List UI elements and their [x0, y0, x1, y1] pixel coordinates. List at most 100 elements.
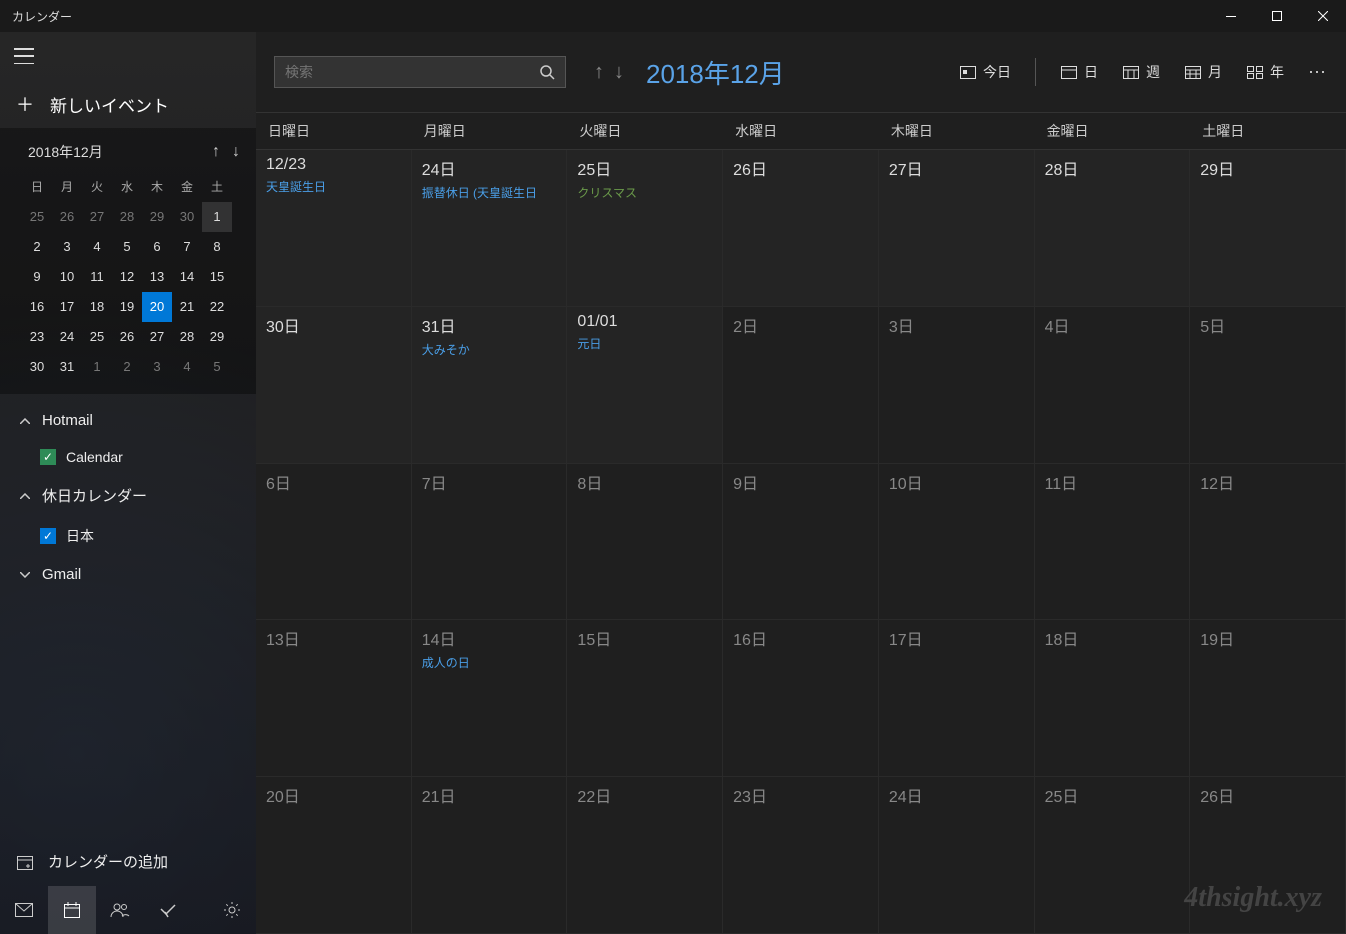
day-cell[interactable]: 16日 [723, 620, 879, 777]
mini-day-cell[interactable]: 20 [142, 292, 172, 322]
mini-day-cell[interactable]: 19 [112, 292, 142, 322]
day-cell[interactable]: 5日 [1190, 307, 1346, 464]
week-view-button[interactable]: 週 [1122, 62, 1160, 82]
calendar-event[interactable]: 大みそか [422, 341, 557, 358]
mini-day-cell[interactable]: 27 [142, 322, 172, 352]
mini-day-cell[interactable]: 31 [52, 352, 82, 382]
account-group-header[interactable]: Hotmail [16, 402, 240, 439]
mini-day-cell[interactable]: 25 [22, 202, 52, 232]
mini-day-cell[interactable]: 21 [172, 292, 202, 322]
mini-day-cell[interactable]: 17 [52, 292, 82, 322]
day-cell[interactable]: 27日 [879, 150, 1035, 307]
mini-day-cell[interactable]: 9 [22, 262, 52, 292]
calendar-button[interactable] [48, 886, 96, 934]
new-event-button[interactable]: ＋ 新しいイベント [0, 80, 256, 128]
day-cell[interactable]: 01/01元日 [567, 307, 723, 464]
mini-day-cell[interactable]: 8 [202, 232, 232, 262]
day-view-button[interactable]: 日 [1060, 62, 1098, 82]
day-cell[interactable]: 28日 [1035, 150, 1191, 307]
day-cell[interactable]: 14日成人の日 [412, 620, 568, 777]
mail-button[interactable] [0, 886, 48, 934]
day-cell[interactable]: 4日 [1035, 307, 1191, 464]
day-cell[interactable]: 3日 [879, 307, 1035, 464]
mini-day-cell[interactable]: 28 [172, 322, 202, 352]
settings-button[interactable] [208, 886, 256, 934]
search-icon[interactable] [539, 64, 555, 80]
mini-day-cell[interactable]: 5 [202, 352, 232, 382]
year-view-button[interactable]: 年 [1246, 62, 1284, 82]
minimize-button[interactable] [1208, 0, 1254, 32]
prev-period-button[interactable]: ↑ [594, 61, 604, 84]
mini-day-cell[interactable]: 23 [22, 322, 52, 352]
day-cell[interactable]: 2日 [723, 307, 879, 464]
day-cell[interactable]: 31日大みそか [412, 307, 568, 464]
calendar-event[interactable]: 成人の日 [422, 654, 557, 671]
mini-day-cell[interactable]: 15 [202, 262, 232, 292]
day-cell[interactable]: 7日 [412, 464, 568, 621]
day-cell[interactable]: 9日 [723, 464, 879, 621]
next-period-button[interactable]: ↓ [614, 61, 624, 84]
mini-day-cell[interactable]: 29 [202, 322, 232, 352]
mini-day-cell[interactable]: 2 [112, 352, 142, 382]
month-view-button[interactable]: 月 [1184, 62, 1222, 82]
day-cell[interactable]: 30日 [256, 307, 412, 464]
add-calendars-button[interactable]: カレンダーの追加 [0, 837, 256, 886]
mini-day-cell[interactable]: 13 [142, 262, 172, 292]
mini-day-cell[interactable]: 26 [112, 322, 142, 352]
mini-prev-button[interactable]: ↑ [212, 143, 220, 161]
more-button[interactable]: ⋯ [1308, 62, 1328, 83]
day-cell[interactable]: 13日 [256, 620, 412, 777]
day-cell[interactable]: 6日 [256, 464, 412, 621]
mini-day-cell[interactable]: 25 [82, 322, 112, 352]
mini-day-cell[interactable]: 5 [112, 232, 142, 262]
day-cell[interactable]: 15日 [567, 620, 723, 777]
search-box[interactable] [274, 56, 566, 88]
search-input[interactable] [285, 64, 539, 80]
mini-day-cell[interactable]: 6 [142, 232, 172, 262]
mini-day-cell[interactable]: 1 [82, 352, 112, 382]
mini-day-cell[interactable]: 24 [52, 322, 82, 352]
mini-day-cell[interactable]: 4 [82, 232, 112, 262]
mini-next-button[interactable]: ↓ [232, 143, 240, 161]
account-group-header[interactable]: Gmail [16, 556, 240, 593]
mini-day-cell[interactable]: 10 [52, 262, 82, 292]
mini-day-cell[interactable]: 3 [52, 232, 82, 262]
day-cell[interactable]: 24日振替休日 (天皇誕生日 [412, 150, 568, 307]
day-cell[interactable]: 25日 [1035, 777, 1191, 934]
maximize-button[interactable] [1254, 0, 1300, 32]
account-group-header[interactable]: 休日カレンダー [16, 475, 240, 516]
day-cell[interactable]: 19日 [1190, 620, 1346, 777]
hamburger-button[interactable] [14, 48, 34, 64]
calendar-checkbox[interactable]: ✓ [40, 528, 56, 544]
day-cell[interactable]: 22日 [567, 777, 723, 934]
close-button[interactable] [1300, 0, 1346, 32]
day-cell[interactable]: 17日 [879, 620, 1035, 777]
day-cell[interactable]: 25日クリスマス [567, 150, 723, 307]
mini-day-cell[interactable]: 28 [112, 202, 142, 232]
day-cell[interactable]: 29日 [1190, 150, 1346, 307]
mini-day-cell[interactable]: 4 [172, 352, 202, 382]
day-cell[interactable]: 26日 [723, 150, 879, 307]
day-cell[interactable]: 24日 [879, 777, 1035, 934]
day-cell[interactable]: 23日 [723, 777, 879, 934]
mini-day-cell[interactable]: 27 [82, 202, 112, 232]
people-button[interactable] [96, 886, 144, 934]
day-cell[interactable]: 12日 [1190, 464, 1346, 621]
today-button[interactable]: 今日 [959, 62, 1011, 82]
mini-day-cell[interactable]: 26 [52, 202, 82, 232]
mini-day-cell[interactable]: 16 [22, 292, 52, 322]
mini-day-cell[interactable]: 2 [22, 232, 52, 262]
mini-day-cell[interactable]: 12 [112, 262, 142, 292]
calendar-event[interactable]: 天皇誕生日 [266, 178, 401, 195]
day-cell[interactable]: 20日 [256, 777, 412, 934]
mini-day-cell[interactable]: 22 [202, 292, 232, 322]
day-cell[interactable]: 11日 [1035, 464, 1191, 621]
calendar-item[interactable]: ✓日本 [16, 516, 240, 556]
mini-day-cell[interactable]: 30 [22, 352, 52, 382]
day-cell[interactable]: 26日 [1190, 777, 1346, 934]
day-cell[interactable]: 18日 [1035, 620, 1191, 777]
todo-button[interactable] [144, 886, 192, 934]
mini-day-cell[interactable]: 3 [142, 352, 172, 382]
day-cell[interactable]: 21日 [412, 777, 568, 934]
day-cell[interactable]: 10日 [879, 464, 1035, 621]
